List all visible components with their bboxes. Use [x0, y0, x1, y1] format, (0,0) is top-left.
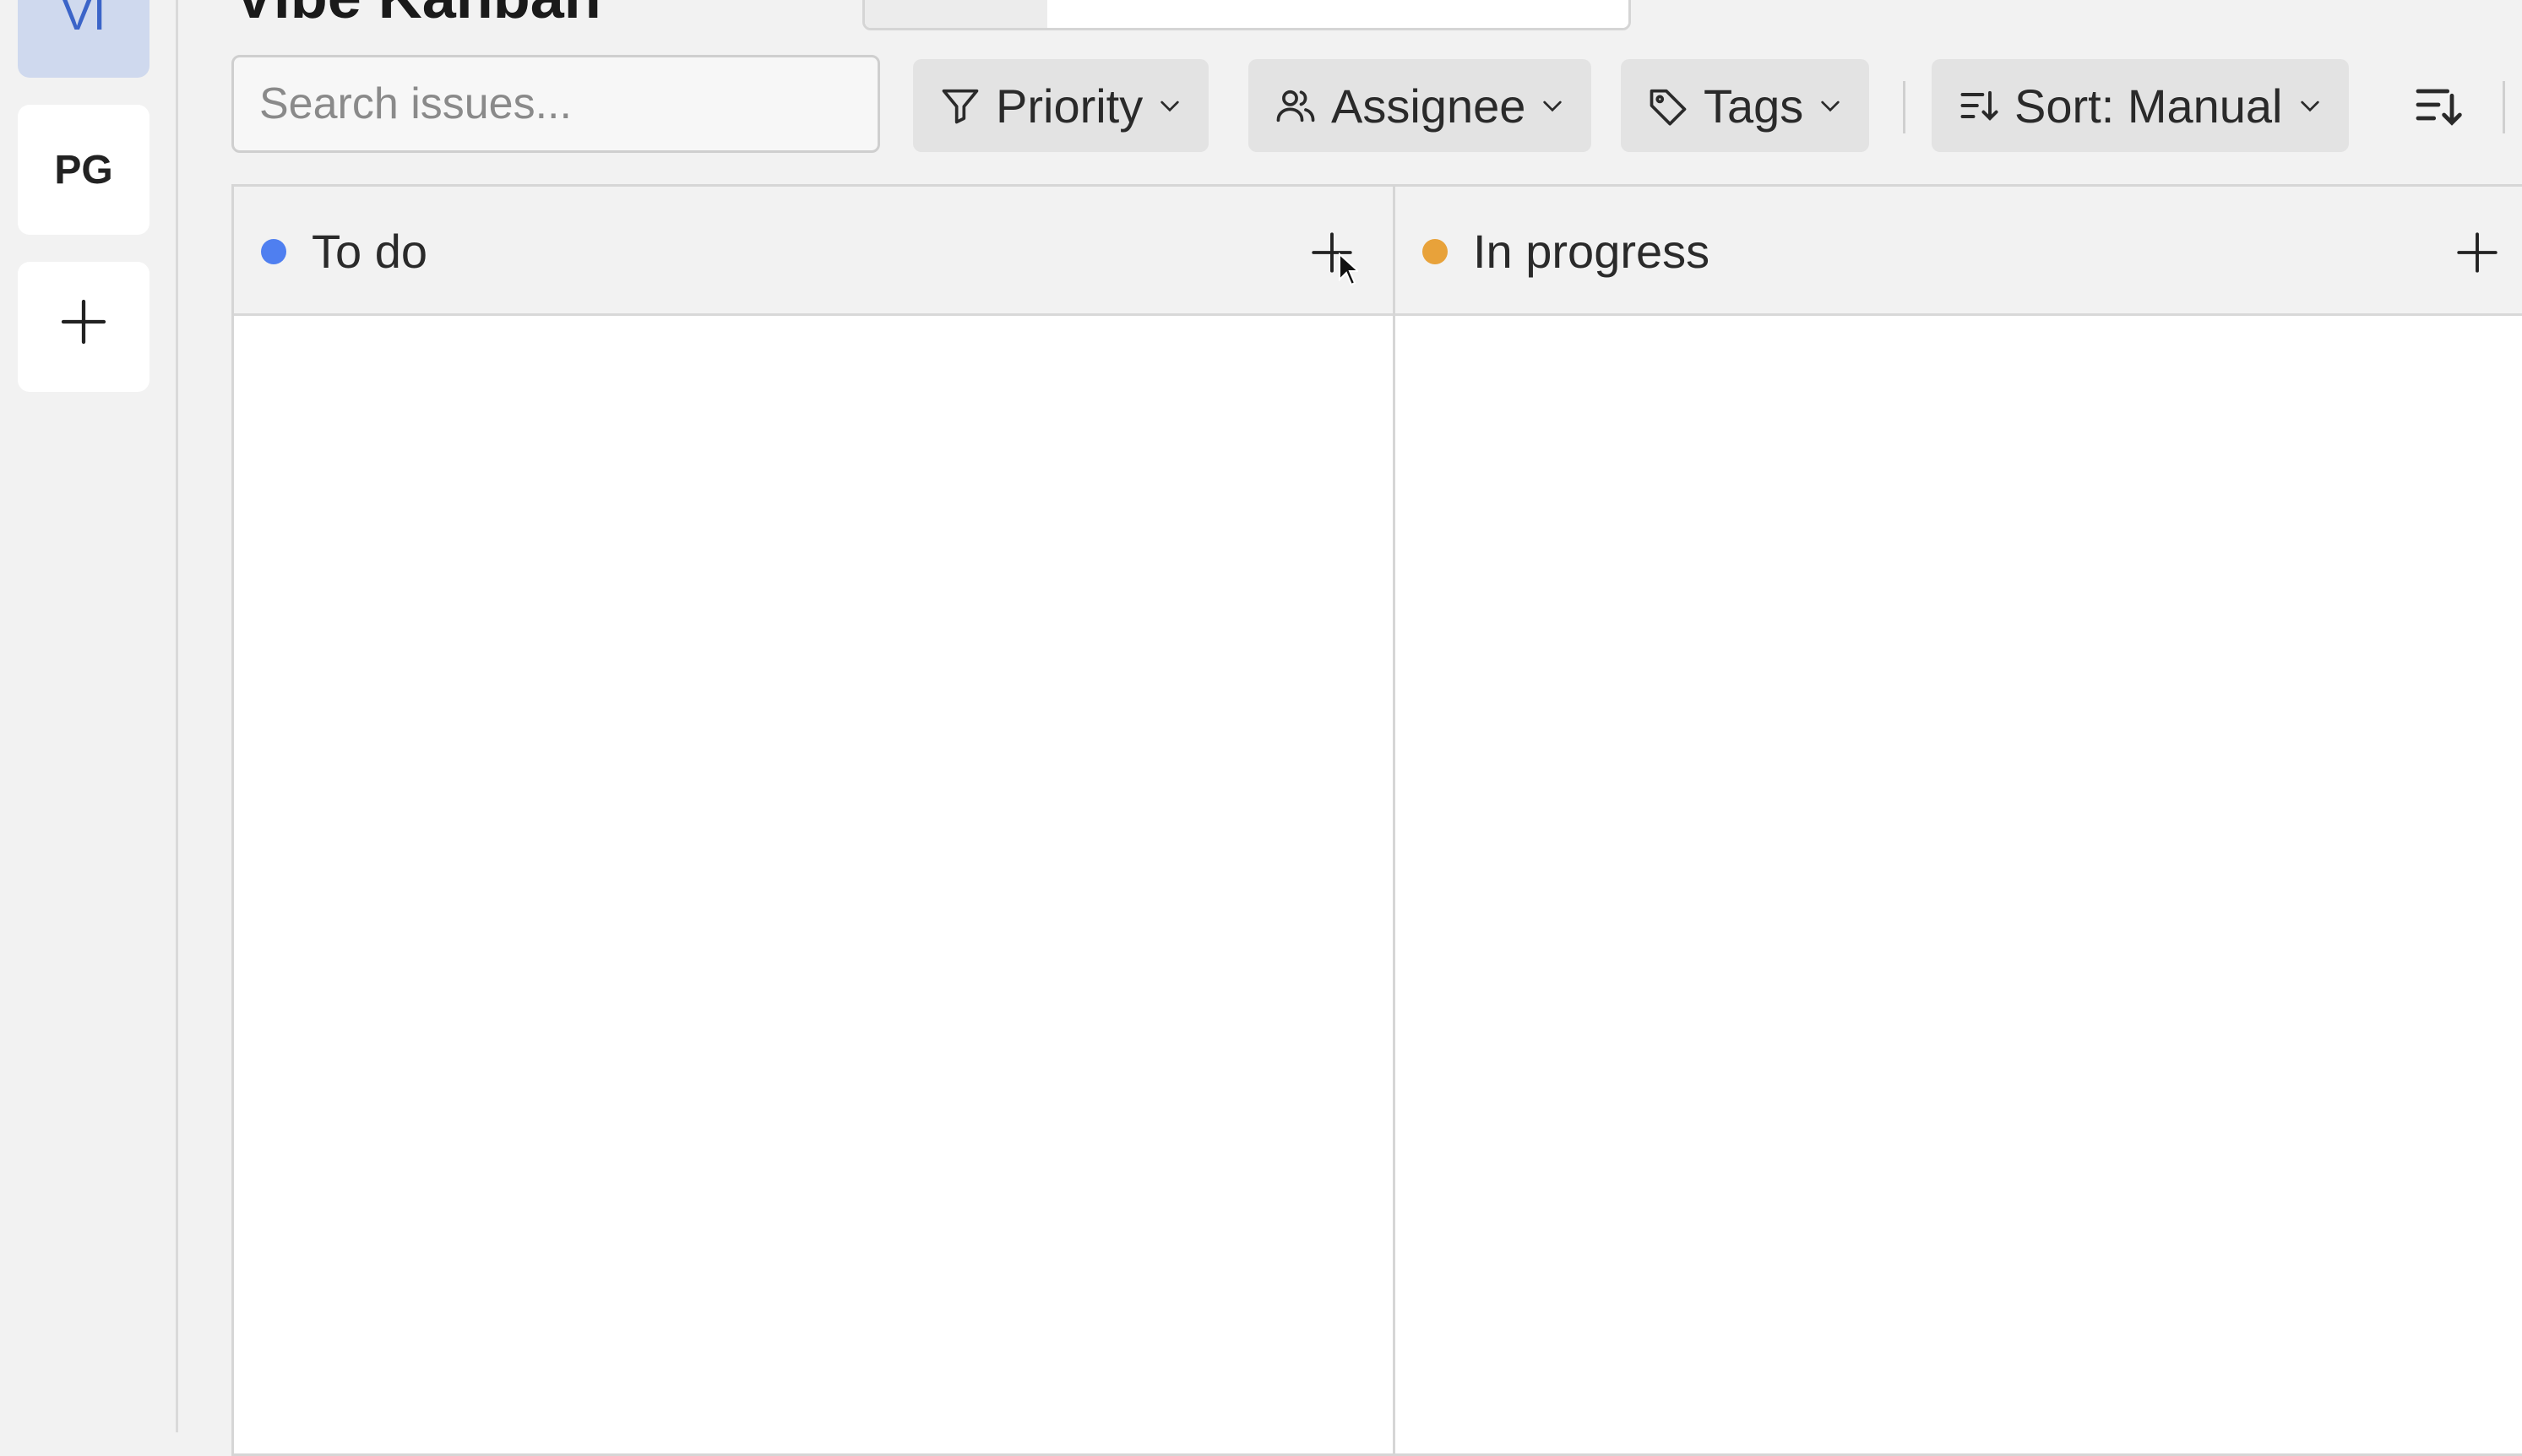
priority-filter-label: Priority: [996, 79, 1144, 133]
workspace-initials: VI: [61, 0, 106, 40]
toolbar-divider: [1903, 81, 1905, 133]
workspace-initials: PG: [54, 147, 113, 193]
priority-filter-button[interactable]: Priority: [913, 59, 1209, 152]
search-input[interactable]: [231, 55, 880, 153]
column-title: In progress: [1473, 225, 1710, 278]
view-tabs[interactable]: [862, 0, 1631, 30]
sort-direction-button[interactable]: [2396, 68, 2481, 145]
column-header: In progress: [1395, 187, 2522, 316]
assignee-filter-label: Assignee: [1331, 79, 1526, 133]
plus-icon: [1312, 232, 1352, 273]
tag-icon: [1646, 84, 1690, 128]
tab-selected[interactable]: [865, 0, 1047, 28]
add-issue-button[interactable]: [2447, 222, 2508, 283]
workspace-sidebar: VI PG: [0, 0, 178, 1432]
chevron-down-icon: [2296, 92, 2324, 119]
add-workspace-button[interactable]: [18, 262, 149, 392]
page-title: Vibe Kanban: [234, 0, 601, 32]
kanban-board: To do In progress: [231, 184, 2522, 1456]
chevron-down-icon: [1539, 92, 1566, 119]
users-icon: [1274, 84, 1318, 128]
sort-button[interactable]: Sort: Manual: [1932, 59, 2349, 152]
tab-other[interactable]: [1047, 0, 1628, 28]
sort-descending-icon: [2411, 78, 2465, 136]
chevron-down-icon: [1817, 92, 1844, 119]
tags-filter-label: Tags: [1704, 79, 1804, 133]
sort-label: Sort: Manual: [2014, 79, 2283, 133]
column-title: To do: [312, 225, 427, 278]
plus-icon: [2457, 232, 2498, 273]
assignee-filter-button[interactable]: Assignee: [1248, 59, 1592, 152]
main-area: Vibe Kanban Priority Assignee Tags: [178, 0, 2522, 1456]
chevron-down-icon: [1156, 92, 1183, 119]
column-header: To do: [234, 187, 1393, 316]
workspace-button-vi[interactable]: VI: [18, 0, 149, 78]
status-dot: [261, 239, 286, 264]
plus-icon: [57, 295, 111, 359]
workspace-button-pg[interactable]: PG: [18, 105, 149, 235]
status-dot: [1422, 239, 1448, 264]
column-todo: To do: [234, 187, 1393, 1453]
funnel-icon: [938, 84, 982, 128]
tags-filter-button[interactable]: Tags: [1621, 59, 1870, 152]
toolbar-divider: [2503, 81, 2505, 133]
sort-icon: [1957, 84, 2001, 128]
column-in-progress: In progress: [1395, 187, 2522, 1453]
add-issue-button[interactable]: [1302, 222, 1362, 283]
